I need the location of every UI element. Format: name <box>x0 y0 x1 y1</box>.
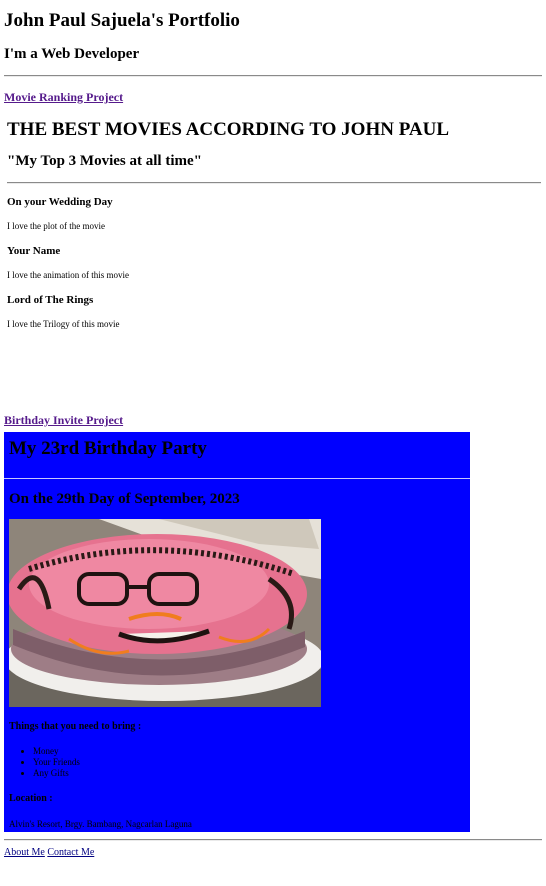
list-item: Your Friends <box>33 757 470 768</box>
footer: About Me Contact Me <box>4 847 542 858</box>
movie-item-name: On your Wedding Day <box>7 196 113 208</box>
movie-subtitle: "My Top 3 Movies at all time" <box>7 153 202 169</box>
bring-list: Money Your Friends Any Gifts <box>9 746 470 779</box>
list-item: Any Gifts <box>33 768 470 779</box>
movie-section: THE BEST MOVIES ACCORDING TO JOHN PAUL "… <box>4 119 542 331</box>
site-subtitle: I'm a Web Developer <box>4 46 140 62</box>
page: John Paul Sajuela's Portfolio I'm a Web … <box>0 0 546 858</box>
movie-item-desc: I love the plot of the movie <box>7 221 105 231</box>
movie-title: THE BEST MOVIES ACCORDING TO JOHN PAUL <box>7 119 450 140</box>
movie-project-link[interactable]: Movie Ranking Project <box>4 90 123 104</box>
movie-divider <box>7 182 541 184</box>
bring-heading: Things that you need to bring : <box>9 721 142 732</box>
contact-me-link[interactable]: Contact Me <box>47 847 94 858</box>
movie-item-name: Your Name <box>7 245 61 257</box>
location-heading: Location : <box>9 793 53 804</box>
footer-divider <box>4 839 542 841</box>
about-me-link[interactable]: About Me <box>4 847 45 858</box>
location-text: Alvin's Resort, Brgy. Bambang, Nagcarlan… <box>9 819 192 829</box>
movie-item-name: Lord of The Rings <box>7 294 94 306</box>
birthday-cake-photo <box>9 519 321 707</box>
birthday-date: On the 29th Day of September, 2023 <box>9 491 240 507</box>
divider <box>4 75 542 77</box>
birthday-invite: My 23rd Birthday Party On the 29th Day o… <box>4 432 470 832</box>
site-title: John Paul Sajuela's Portfolio <box>4 10 240 31</box>
list-item: Money <box>33 746 470 757</box>
movie-item-desc: I love the animation of this movie <box>7 270 129 280</box>
cake-image-icon <box>9 519 321 707</box>
birthday-divider <box>4 478 470 479</box>
birthday-title: My 23rd Birthday Party <box>9 438 207 459</box>
birthday-project-link[interactable]: Birthday Invite Project <box>4 413 123 427</box>
movie-item-desc: I love the Trilogy of this movie <box>7 319 120 329</box>
